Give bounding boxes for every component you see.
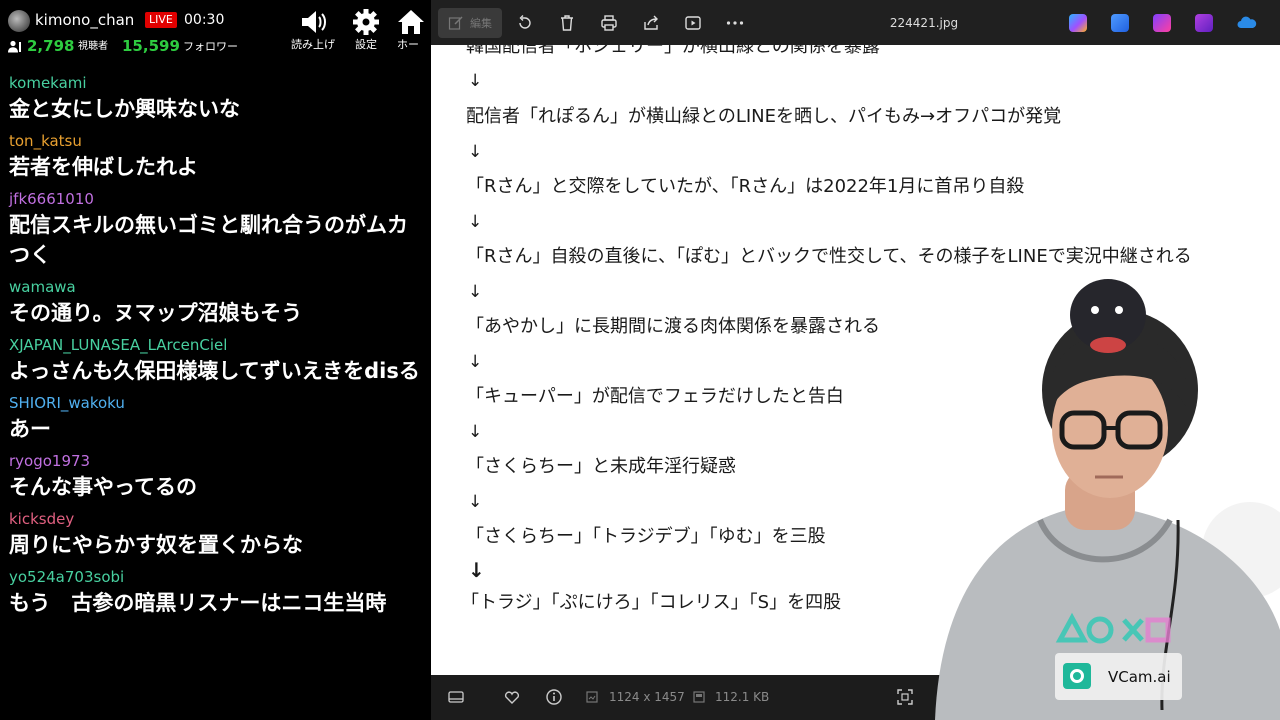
vcam-logo-icon xyxy=(1063,663,1091,689)
chat-text: 金と女にしか興味ないな xyxy=(9,97,240,121)
chat-username[interactable]: XJAPAN_LUNASEA_LArcenCiel xyxy=(9,334,423,356)
dimensions-icon xyxy=(586,691,598,703)
chat-text: その通り。ヌマップ沼娘もそう xyxy=(9,301,303,325)
chat-message: kicksdey 周りにやらかす奴を置くからな xyxy=(0,508,431,560)
photo-edit-icon[interactable] xyxy=(1111,14,1129,32)
onedrive-icon[interactable] xyxy=(1237,14,1257,32)
home-label: ホー xyxy=(397,38,419,51)
slideshow-button[interactable] xyxy=(683,9,703,37)
viewer-toolbar: 編集 224421.jpg xyxy=(431,0,1280,45)
settings-button[interactable]: 設定 xyxy=(341,6,391,58)
chat-list: komekami 金と女にしか興味ないな ton_katsu 若者を伸ばしたれよ jfk… xyxy=(0,72,431,624)
document-line: 配信者「れぽるん」が横山緑とのLINEを晒し、パイもみ→オフパコが発覚 xyxy=(466,106,1062,127)
elapsed-time: 00:30 xyxy=(184,12,225,28)
viewer-count-label: 視聴者 xyxy=(78,41,108,52)
document-line: 「Rさん」自殺の直後に、「ぽむ」とバックで性交して、その様子をLINEで実況中継… xyxy=(466,246,1192,267)
down-arrow: ↓ xyxy=(468,492,483,512)
chat-text: 周りにやらかす奴を置くからな xyxy=(9,533,303,557)
chat-message: yo524a703sobi もう 古参の暗黒リスナーはニコ生当時 xyxy=(0,566,431,618)
down-arrow: ↓ xyxy=(468,422,483,442)
chat-username[interactable]: ton_katsu xyxy=(9,130,423,152)
live-badge: LIVE xyxy=(145,12,177,28)
chat-text: 若者を伸ばしたれよ xyxy=(9,155,198,179)
delete-icon xyxy=(561,15,573,31)
document-line: 韓国配信者「ホシェリー」が横山緑との関係を暴露 xyxy=(466,45,880,57)
home-icon xyxy=(398,10,424,34)
fit-to-window-icon[interactable] xyxy=(896,688,914,706)
rotate-icon xyxy=(519,15,531,29)
clipchamp-icon[interactable] xyxy=(1153,14,1171,32)
chat-username[interactable]: komekami xyxy=(9,72,423,94)
chat-message: komekami 金と女にしか興味ないな xyxy=(0,72,431,124)
home-button[interactable]: ホー xyxy=(392,6,431,58)
more-button[interactable] xyxy=(725,9,745,37)
more-icon xyxy=(726,21,744,25)
chat-text: よっさんも久保田様壊してずいえきをdisる xyxy=(9,359,420,383)
document-line: 「さくらちー」と未成年淫行疑惑 xyxy=(466,456,736,477)
viewers-icon xyxy=(8,40,21,53)
chat-username[interactable]: wamawa xyxy=(9,276,423,298)
read-aloud-label: 読み上げ xyxy=(291,38,335,51)
chat-message: ryogo1973 そんな事やってるの xyxy=(0,450,431,502)
document-line: 「あやかし」に長期間に渡る肉体関係を暴露される xyxy=(466,316,880,337)
down-arrow: ↓ xyxy=(468,282,483,302)
file-size: 112.1 KB xyxy=(715,690,770,704)
chat-username[interactable]: jfk6661010 xyxy=(9,188,423,210)
delete-button[interactable] xyxy=(557,9,577,37)
document-line: 「さくらちー」「トラジデブ」「ゆむ」を三股 xyxy=(466,526,826,547)
rotate-button[interactable] xyxy=(515,9,535,37)
filesize-icon xyxy=(693,691,705,703)
down-arrow: ↓ xyxy=(468,71,483,91)
streamer-name[interactable]: kimono_chan xyxy=(35,10,134,30)
image-dimensions: 1124 x 1457 xyxy=(609,690,685,704)
down-arrow: ↓ xyxy=(468,352,483,372)
app-icon[interactable] xyxy=(1195,14,1213,32)
chat-message: SHIORI_wakoku あー xyxy=(0,392,431,444)
print-icon xyxy=(601,15,617,31)
chat-message: ton_katsu 若者を伸ばしたれよ xyxy=(0,130,431,182)
follower-count: 15,599 xyxy=(122,37,180,55)
share-icon xyxy=(644,15,658,30)
filmstrip-icon[interactable] xyxy=(447,688,465,706)
down-arrow: ↓ xyxy=(468,142,483,162)
chat-panel: kimono_chan LIVE 00:30 2,798 視聴者 15,599 … xyxy=(0,0,431,720)
document-line: 「Rさん」と交際をしていたが、「Rさん」は2022年1月に首吊り自殺 xyxy=(466,176,1025,197)
print-button[interactable] xyxy=(599,9,619,37)
chat-text: もう 古参の暗黒リスナーはニコ生当時 xyxy=(9,591,387,615)
edit-icon xyxy=(448,16,463,30)
slideshow-icon xyxy=(685,16,701,30)
share-button[interactable] xyxy=(641,9,661,37)
chat-text: そんな事やってるの xyxy=(9,475,197,499)
stream-header: kimono_chan LIVE 00:30 2,798 視聴者 15,599 … xyxy=(0,0,431,64)
chat-text: 配信スキルの無いゴミと馴れ合うのがムカつく xyxy=(9,213,408,267)
chat-message: wamawa その通り。ヌマップ沼娘もそう xyxy=(0,276,431,328)
down-arrow: ↓ xyxy=(468,558,485,582)
copilot-icon[interactable] xyxy=(1069,14,1087,32)
edit-button[interactable]: 編集 xyxy=(438,8,502,38)
settings-label: 設定 xyxy=(355,38,377,51)
viewer-count: 2,798 xyxy=(27,37,75,55)
speaker-icon xyxy=(302,11,326,33)
document-line: 「キューパー」が配信でフェラだけしたと告白 xyxy=(466,386,844,407)
chat-message: jfk6661010 配信スキルの無いゴミと馴れ合うのがムカつく xyxy=(0,188,431,270)
file-name: 224421.jpg xyxy=(889,16,959,30)
chat-username[interactable]: yo524a703sobi xyxy=(9,566,423,588)
avatar[interactable] xyxy=(8,10,30,32)
gear-icon xyxy=(353,9,379,35)
chat-text: あー xyxy=(9,417,51,441)
down-arrow: ↓ xyxy=(468,212,483,232)
favorite-heart-icon[interactable] xyxy=(503,688,521,706)
follower-count-label: フォロワー xyxy=(183,40,238,53)
chat-username[interactable]: SHIORI_wakoku xyxy=(9,392,423,414)
edit-label: 編集 xyxy=(470,17,492,30)
info-icon[interactable] xyxy=(545,688,563,706)
chat-username[interactable]: kicksdey xyxy=(9,508,423,530)
chat-username[interactable]: ryogo1973 xyxy=(9,450,423,472)
chat-message: XJAPAN_LUNASEA_LArcenCiel よっさんも久保田様壊してずいえ… xyxy=(0,334,431,386)
document-line: 「トラジ」「ぷにけろ」「コレリス」「S」を四股 xyxy=(461,592,842,613)
read-aloud-button[interactable]: 読み上げ xyxy=(288,6,338,58)
vcam-label: VCam.ai xyxy=(1108,668,1171,686)
vcam-watermark: VCam.ai xyxy=(1055,653,1182,700)
